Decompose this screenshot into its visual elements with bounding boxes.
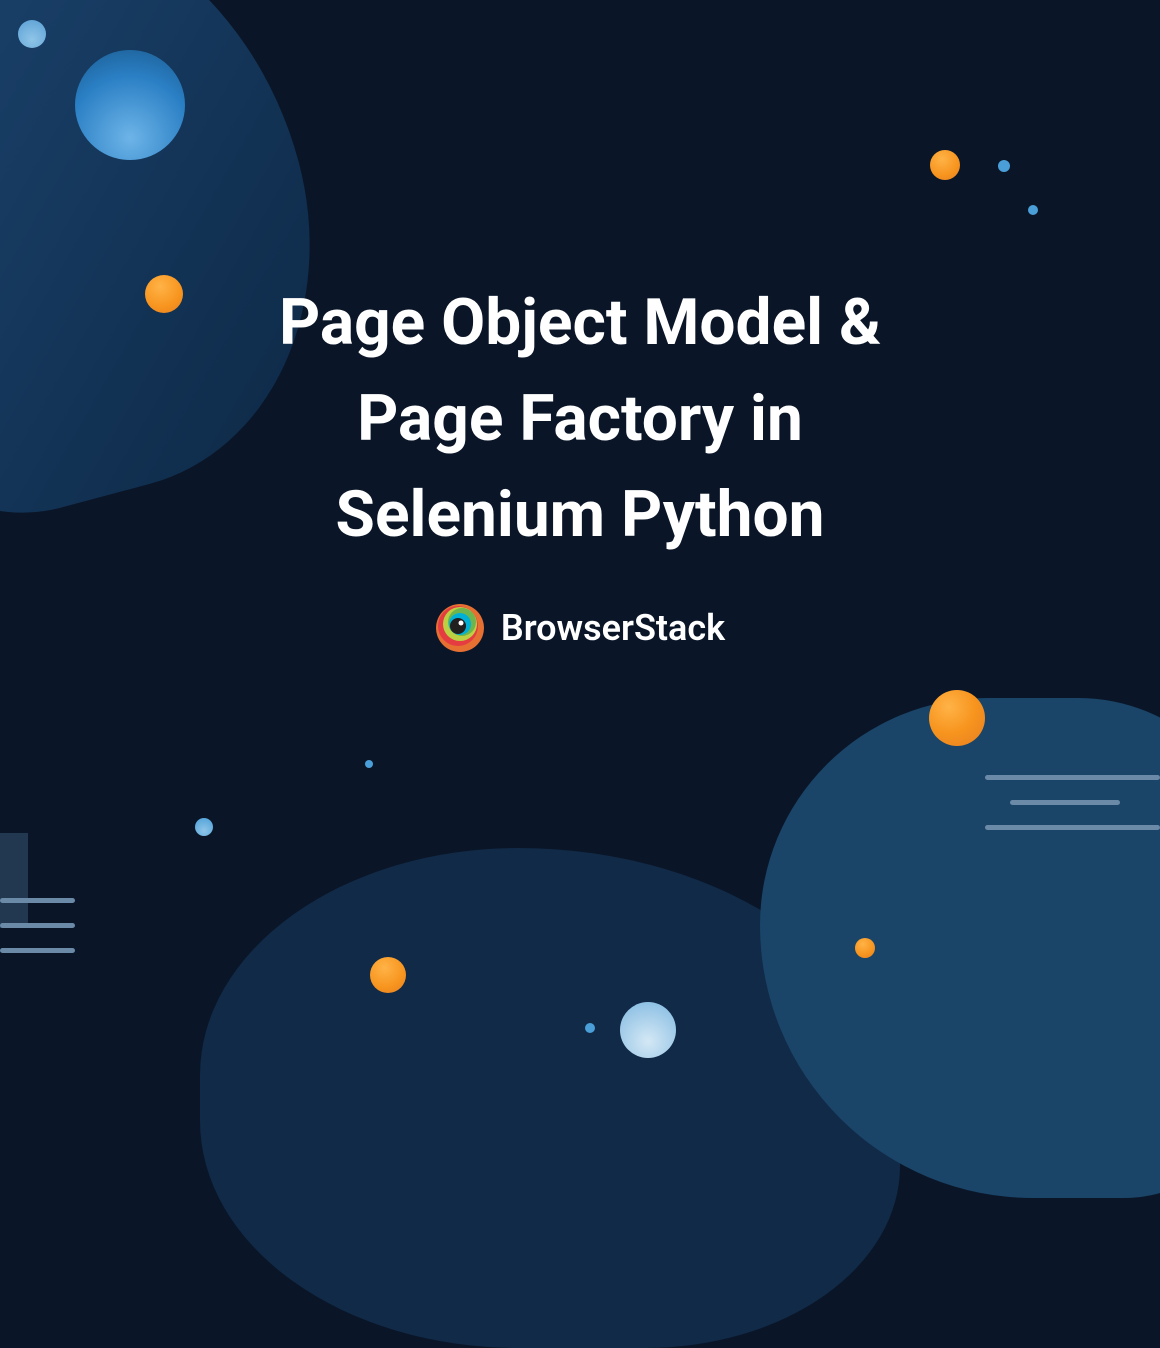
title-line-1: Page Object Model & — [279, 285, 881, 360]
page-title: Page Object Model & Page Factory in Sele… — [279, 275, 881, 563]
main-content: Page Object Model & Page Factory in Sele… — [0, 0, 1160, 1048]
brand-name: BrowserStack — [501, 607, 725, 649]
browserstack-logo-icon — [435, 603, 485, 653]
brand-container: BrowserStack — [435, 603, 725, 653]
title-line-2: Page Factory in — [357, 381, 803, 456]
title-line-3: Selenium Python — [336, 477, 825, 552]
